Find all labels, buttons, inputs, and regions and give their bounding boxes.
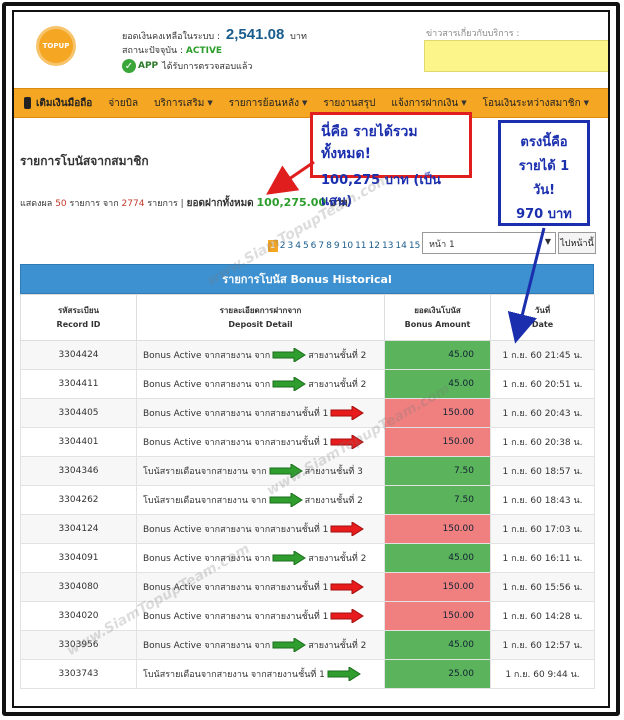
arrow-to-date-column: [507, 227, 546, 344]
annotation-arrows: [266, 160, 546, 344]
arrow-to-total: [266, 160, 315, 195]
page-container: TOPUP ยอดเงินคงเหลือในระบบ : 2,541.08 บา…: [12, 10, 610, 708]
